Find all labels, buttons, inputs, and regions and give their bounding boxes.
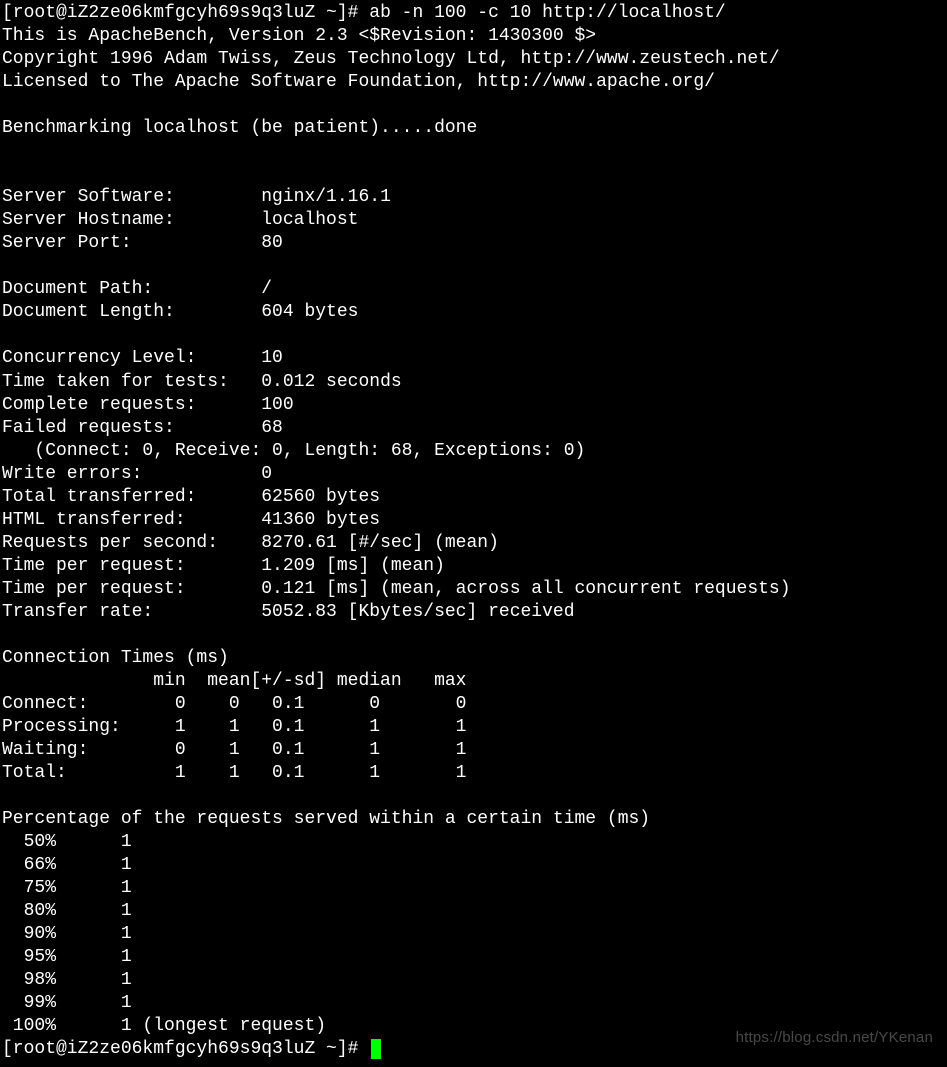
time-per-request-1-label: Time per request: — [2, 556, 261, 576]
transfer-rate-value: 5052.83 [Kbytes/sec] received — [261, 602, 574, 622]
connection-times-title: Connection Times (ms) — [2, 648, 229, 668]
server-hostname-label: Server Hostname: — [2, 210, 261, 230]
time-per-request-1-value: 1.209 [ms] (mean) — [261, 556, 445, 576]
failed-requests-label: Failed requests: — [2, 418, 261, 438]
percentile-50: 50% 1 — [2, 832, 132, 852]
terminal-output[interactable]: [root@iZ2ze06kmfgcyh69s9q3luZ ~]# ab -n … — [0, 0, 947, 1063]
connection-waiting-row: Waiting: 0 1 0.1 1 1 — [2, 740, 466, 760]
ab-header-line1: This is ApacheBench, Version 2.3 <$Revis… — [2, 26, 596, 46]
cursor-icon[interactable] — [371, 1039, 381, 1059]
connection-total-row: Total: 1 1 0.1 1 1 — [2, 763, 466, 783]
complete-requests-value: 100 — [261, 395, 293, 415]
connection-processing-row: Processing: 1 1 0.1 1 1 — [2, 717, 466, 737]
failed-requests-value: 68 — [261, 418, 283, 438]
document-length-value: 604 bytes — [261, 302, 358, 322]
document-path-value: / — [261, 279, 272, 299]
transfer-rate-label: Transfer rate: — [2, 602, 261, 622]
html-transferred-label: HTML transferred: — [2, 510, 261, 530]
server-port-value: 80 — [261, 233, 283, 253]
server-software-value: nginx/1.16.1 — [261, 187, 391, 207]
time-per-request-2-label: Time per request: — [2, 579, 261, 599]
command-text: ab -n 100 -c 10 http://localhost/ — [369, 3, 725, 23]
time-taken-value: 0.012 seconds — [261, 372, 401, 392]
document-length-label: Document Length: — [2, 302, 261, 322]
total-transferred-value: 62560 bytes — [261, 487, 380, 507]
server-software-label: Server Software: — [2, 187, 261, 207]
time-taken-label: Time taken for tests: — [2, 372, 261, 392]
requests-per-second-label: Requests per second: — [2, 533, 261, 553]
time-per-request-2-value: 0.121 [ms] (mean, across all concurrent … — [261, 579, 790, 599]
ab-header-line3: Licensed to The Apache Software Foundati… — [2, 72, 715, 92]
percentile-100: 100% 1 (longest request) — [2, 1016, 326, 1036]
server-port-label: Server Port: — [2, 233, 261, 253]
requests-per-second-value: 8270.61 [#/sec] (mean) — [261, 533, 499, 553]
document-path-label: Document Path: — [2, 279, 261, 299]
shell-prompt-2: [root@iZ2ze06kmfgcyh69s9q3luZ ~]# — [2, 1039, 369, 1059]
html-transferred-value: 41360 bytes — [261, 510, 380, 530]
connection-connect-row: Connect: 0 0 0.1 0 0 — [2, 694, 466, 714]
percentage-title: Percentage of the requests served within… — [2, 809, 650, 829]
percentile-90: 90% 1 — [2, 924, 132, 944]
percentile-95: 95% 1 — [2, 947, 132, 967]
concurrency-value: 10 — [261, 348, 283, 368]
server-hostname-value: localhost — [261, 210, 358, 230]
total-transferred-label: Total transferred: — [2, 487, 261, 507]
percentile-99: 99% 1 — [2, 993, 132, 1013]
write-errors-value: 0 — [261, 464, 272, 484]
complete-requests-label: Complete requests: — [2, 395, 261, 415]
concurrency-label: Concurrency Level: — [2, 348, 261, 368]
failed-requests-detail: (Connect: 0, Receive: 0, Length: 68, Exc… — [2, 441, 585, 461]
percentile-75: 75% 1 — [2, 878, 132, 898]
percentile-80: 80% 1 — [2, 901, 132, 921]
shell-prompt: [root@iZ2ze06kmfgcyh69s9q3luZ ~]# — [2, 3, 369, 23]
benchmarking-line: Benchmarking localhost (be patient).....… — [2, 118, 477, 138]
write-errors-label: Write errors: — [2, 464, 261, 484]
watermark-text: https://blog.csdn.net/YKenan — [736, 1028, 933, 1047]
percentile-66: 66% 1 — [2, 855, 132, 875]
percentile-98: 98% 1 — [2, 970, 132, 990]
ab-header-line2: Copyright 1996 Adam Twiss, Zeus Technolo… — [2, 49, 780, 69]
connection-times-header: min mean[+/-sd] median max — [2, 671, 466, 691]
